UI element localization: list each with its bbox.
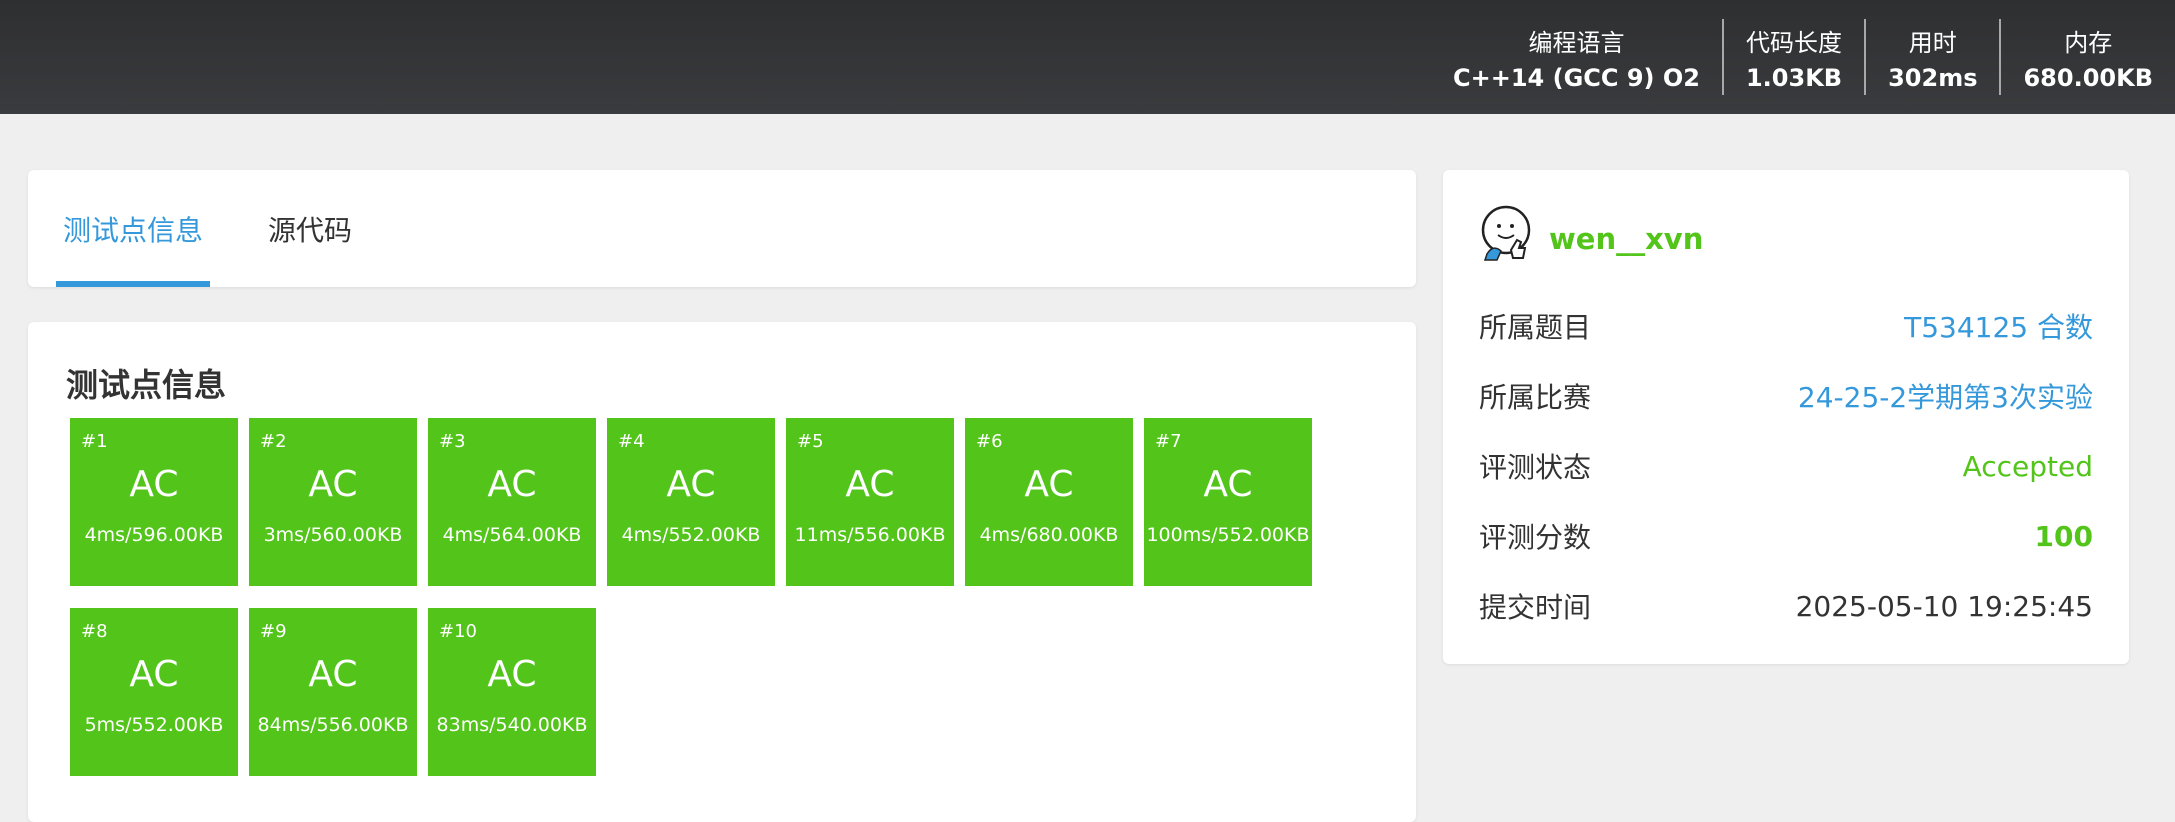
stat-value: 680.00KB: [2023, 63, 2153, 92]
testcase-result: AC: [845, 464, 895, 505]
info-label: 所属题目: [1479, 311, 1592, 344]
info-row-status: 评测状态 Accepted: [1479, 446, 2093, 486]
username-link[interactable]: wen__xvn: [1549, 222, 1703, 256]
submit-time-value: 2025-05-10 19:25:45: [1795, 589, 2093, 623]
top-header: 编程语言 C++14 (GCC 9) O2 代码长度 1.03KB 用时 302…: [0, 0, 2175, 114]
testcase-card[interactable]: #2 AC 3ms/560.00KB: [249, 418, 417, 586]
stat-label: 代码长度: [1746, 28, 1843, 57]
avatar[interactable]: [1479, 204, 1537, 262]
testcase-result: AC: [129, 654, 179, 695]
testcase-result: AC: [129, 464, 179, 505]
testcase-time-memory: 100ms/552.00KB: [1146, 524, 1310, 546]
testcase-time-memory: 3ms/560.00KB: [263, 524, 403, 546]
info-label: 评测分数: [1479, 521, 1592, 554]
testcase-time-memory: 11ms/556.00KB: [794, 524, 946, 546]
testcase-result: AC: [308, 654, 358, 695]
testcase-number: #2: [260, 431, 287, 452]
testcase-time-memory: 4ms/596.00KB: [84, 524, 224, 546]
testcase-card[interactable]: #6 AC 4ms/680.00KB: [965, 418, 1133, 586]
testcase-panel: 测试点信息 #1 AC 4ms/596.00KB #2 AC 3ms/560.0…: [28, 322, 1416, 822]
testcase-number: #1: [81, 431, 108, 452]
testcase-time-memory: 4ms/552.00KB: [621, 524, 761, 546]
testcase-time-memory: 5ms/552.00KB: [84, 714, 224, 736]
testcase-result: AC: [487, 464, 537, 505]
testcase-number: #4: [618, 431, 645, 452]
info-label: 所属比赛: [1479, 381, 1592, 414]
submission-info-card: wen__xvn 所属题目 T534125 合数 所属比赛 24-25-2学期第…: [1443, 170, 2129, 664]
stat-time: 用时 302ms: [1864, 19, 1999, 95]
testcase-number: #8: [81, 621, 108, 642]
testcase-result: AC: [308, 464, 358, 505]
submission-stats: 编程语言 C++14 (GCC 9) O2 代码长度 1.03KB 用时 302…: [1431, 0, 2175, 114]
info-row-problem: 所属题目 T534125 合数: [1479, 306, 2093, 346]
testcase-card[interactable]: #1 AC 4ms/596.00KB: [70, 418, 238, 586]
testcase-card[interactable]: #3 AC 4ms/564.00KB: [428, 418, 596, 586]
score-value: 100: [2034, 519, 2093, 553]
testcase-card[interactable]: #9 AC 84ms/556.00KB: [249, 608, 417, 776]
stat-label: 内存: [2064, 28, 2113, 57]
tab-source-code[interactable]: 源代码: [268, 170, 352, 287]
problem-link[interactable]: T534125 合数: [1904, 306, 2093, 346]
status-value: Accepted: [1962, 449, 2093, 483]
testcase-card[interactable]: #5 AC 11ms/556.00KB: [786, 418, 954, 586]
stat-label: 用时: [1908, 28, 1957, 57]
testcase-result: AC: [1203, 464, 1253, 505]
stat-language: 编程语言 C++14 (GCC 9) O2: [1431, 0, 1722, 114]
testcase-time-memory: 83ms/540.00KB: [436, 714, 588, 736]
contest-link[interactable]: 24-25-2学期第3次实验: [1798, 376, 2093, 416]
testcase-result: AC: [1024, 464, 1074, 505]
info-label: 评测状态: [1479, 451, 1592, 484]
tab-testcase-info[interactable]: 测试点信息: [56, 170, 210, 287]
stat-label: 编程语言: [1528, 28, 1625, 57]
testcase-time-memory: 84ms/556.00KB: [257, 714, 409, 736]
testcase-number: #7: [1155, 431, 1182, 452]
testcase-number: #5: [797, 431, 824, 452]
testcase-card[interactable]: #7 AC 100ms/552.00KB: [1144, 418, 1312, 586]
testcase-card[interactable]: #8 AC 5ms/552.00KB: [70, 608, 238, 776]
info-row-score: 评测分数 100: [1479, 516, 2093, 556]
stat-code-length: 代码长度 1.03KB: [1721, 19, 1864, 95]
section-title: 测试点信息: [66, 366, 227, 404]
testcase-result: AC: [487, 654, 537, 695]
testcase-number: #6: [976, 431, 1003, 452]
testcase-number: #9: [260, 621, 287, 642]
testcase-number: #3: [439, 431, 466, 452]
stat-value: 302ms: [1888, 63, 1978, 92]
stat-memory: 内存 680.00KB: [1999, 19, 2175, 95]
info-row-contest: 所属比赛 24-25-2学期第3次实验: [1479, 376, 2093, 416]
info-row-submit-time: 提交时间 2025-05-10 19:25:45: [1479, 586, 2093, 626]
stat-value: 1.03KB: [1745, 63, 1843, 92]
stat-value: C++14 (GCC 9) O2: [1453, 63, 1700, 92]
testcase-number: #10: [439, 621, 477, 642]
testcase-result: AC: [666, 464, 716, 505]
testcase-time-memory: 4ms/680.00KB: [979, 524, 1119, 546]
testcase-card[interactable]: #4 AC 4ms/552.00KB: [607, 418, 775, 586]
testcase-card[interactable]: #10 AC 83ms/540.00KB: [428, 608, 596, 776]
testcase-time-memory: 4ms/564.00KB: [442, 524, 582, 546]
tabs-card: 测试点信息 源代码: [28, 170, 1416, 287]
info-label: 提交时间: [1479, 591, 1592, 624]
